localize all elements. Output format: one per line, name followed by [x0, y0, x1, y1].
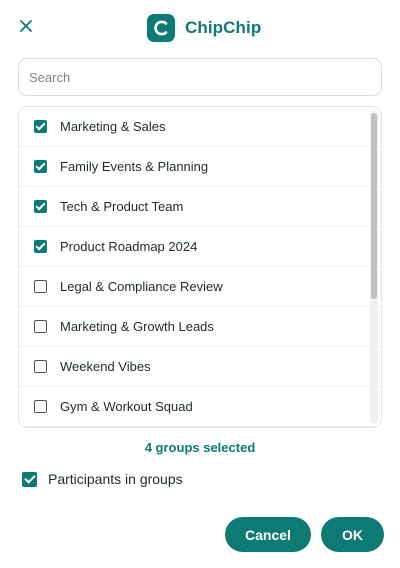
participants-label: Participants in groups — [48, 471, 183, 487]
group-label: Tech & Product Team — [60, 199, 184, 214]
group-checkbox[interactable] — [34, 360, 47, 373]
group-row[interactable]: Legal & Compliance Review — [19, 267, 381, 307]
group-row[interactable]: Gym & Workout Squad — [19, 387, 381, 427]
brand: ChipChip — [147, 13, 261, 43]
group-checkbox[interactable] — [34, 200, 47, 213]
group-label: Legal & Compliance Review — [60, 279, 223, 294]
group-checkbox[interactable] — [34, 120, 47, 133]
participants-checkbox[interactable] — [22, 471, 37, 487]
group-checkbox[interactable] — [34, 280, 47, 293]
group-label: Product Roadmap 2024 — [60, 239, 198, 254]
group-checkbox[interactable] — [34, 240, 47, 253]
group-row[interactable]: Weekend Vibes — [19, 347, 381, 387]
group-checkbox[interactable] — [34, 400, 47, 413]
group-label: Family Events & Planning — [60, 159, 209, 174]
search-input[interactable] — [18, 58, 382, 96]
group-label: Gym & Workout Squad — [60, 399, 193, 414]
group-checkbox[interactable] — [34, 160, 47, 173]
groups-list[interactable]: Marketing & Sales Family Events & Planni… — [18, 106, 382, 428]
cancel-button[interactable]: Cancel — [225, 517, 311, 552]
group-row[interactable]: Product Roadmap 2024 — [19, 227, 381, 267]
participants-option[interactable]: Participants in groups — [22, 470, 183, 488]
brand-name: ChipChip — [185, 18, 262, 37]
close-icon — [20, 20, 32, 32]
group-row[interactable]: Marketing & Growth Leads — [19, 307, 381, 347]
list-scrollbar[interactable] — [370, 111, 378, 423]
group-label: Weekend Vibes — [60, 359, 151, 374]
group-row[interactable]: Tech & Product Team — [19, 187, 381, 227]
group-label: Marketing & Growth Leads — [60, 319, 214, 334]
group-checkbox[interactable] — [34, 320, 47, 333]
close-button[interactable] — [14, 14, 38, 38]
group-label: Marketing & Sales — [60, 119, 166, 134]
group-row[interactable]: Family Events & Planning — [19, 147, 381, 187]
selection-summary: 4 groups selected — [144, 440, 256, 455]
chipchip-logo-icon — [147, 14, 175, 42]
group-row[interactable]: Marketing & Sales — [19, 107, 381, 147]
ok-button[interactable]: OK — [321, 517, 384, 552]
scrollbar-thumb[interactable] — [371, 113, 377, 299]
